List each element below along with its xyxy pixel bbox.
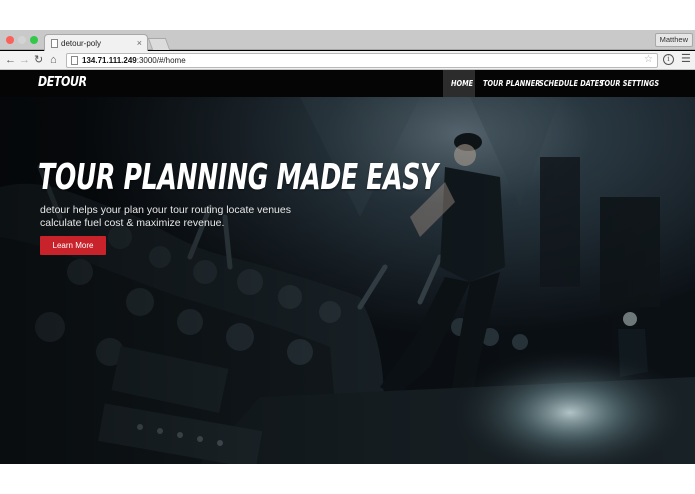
minimize-window-button[interactable] xyxy=(18,36,26,44)
hero-section: TOUR PLANNING MADE EASY detour helps you… xyxy=(0,97,695,464)
close-tab-icon[interactable]: × xyxy=(137,38,142,48)
tab-title: detour-poly xyxy=(61,39,102,48)
star-icon[interactable]: ☆ xyxy=(644,54,653,65)
menu-icon[interactable]: ☰ xyxy=(681,53,691,66)
browser-toolbar: ← → ↻ ⌂ 134.71.111.249:3000/#/home ☆ i ☰ xyxy=(0,51,695,70)
learn-more-button[interactable]: Learn More xyxy=(40,236,106,255)
maximize-window-button[interactable] xyxy=(30,36,38,44)
page-icon xyxy=(71,56,78,65)
close-window-button[interactable] xyxy=(6,36,14,44)
concert-crowd-photo xyxy=(0,97,695,464)
home-icon[interactable]: ⌂ xyxy=(50,53,57,67)
nav-home[interactable]: HOME xyxy=(451,70,473,97)
page-icon xyxy=(51,39,58,48)
profile-button[interactable]: Matthew xyxy=(654,33,693,47)
nav-tour-settings[interactable]: TOUR SETTINGS xyxy=(600,70,659,97)
back-icon[interactable]: ← xyxy=(5,53,16,67)
address-bar[interactable]: 134.71.111.249:3000/#/home ☆ xyxy=(66,53,658,68)
browser-tab[interactable]: detour-poly × xyxy=(44,34,148,51)
site-logo[interactable]: DETOUR xyxy=(38,75,87,90)
new-tab-button[interactable] xyxy=(147,38,171,50)
forward-icon[interactable]: → xyxy=(19,53,30,67)
hero-subtext: detour helps your plan your tour routing… xyxy=(40,204,291,229)
hero-headline: TOUR PLANNING MADE EASY xyxy=(38,157,438,198)
nav-tour-planner[interactable]: TOUR PLANNER xyxy=(483,70,540,97)
reload-icon[interactable]: ↻ xyxy=(34,53,43,67)
browser-window: detour-poly × Matthew ← → ↻ ⌂ 134.71.111… xyxy=(0,30,695,464)
web-page: DETOUR HOME TOUR PLANNER SCHEDULE DATES … xyxy=(0,70,695,464)
tab-strip: detour-poly × Matthew xyxy=(0,30,695,51)
url-text: 134.71.111.249:3000/#/home xyxy=(82,56,186,65)
nav-schedule-dates[interactable]: SCHEDULE DATES xyxy=(539,70,604,97)
site-navbar: DETOUR HOME TOUR PLANNER SCHEDULE DATES … xyxy=(0,70,695,97)
info-icon[interactable]: i xyxy=(663,54,674,65)
